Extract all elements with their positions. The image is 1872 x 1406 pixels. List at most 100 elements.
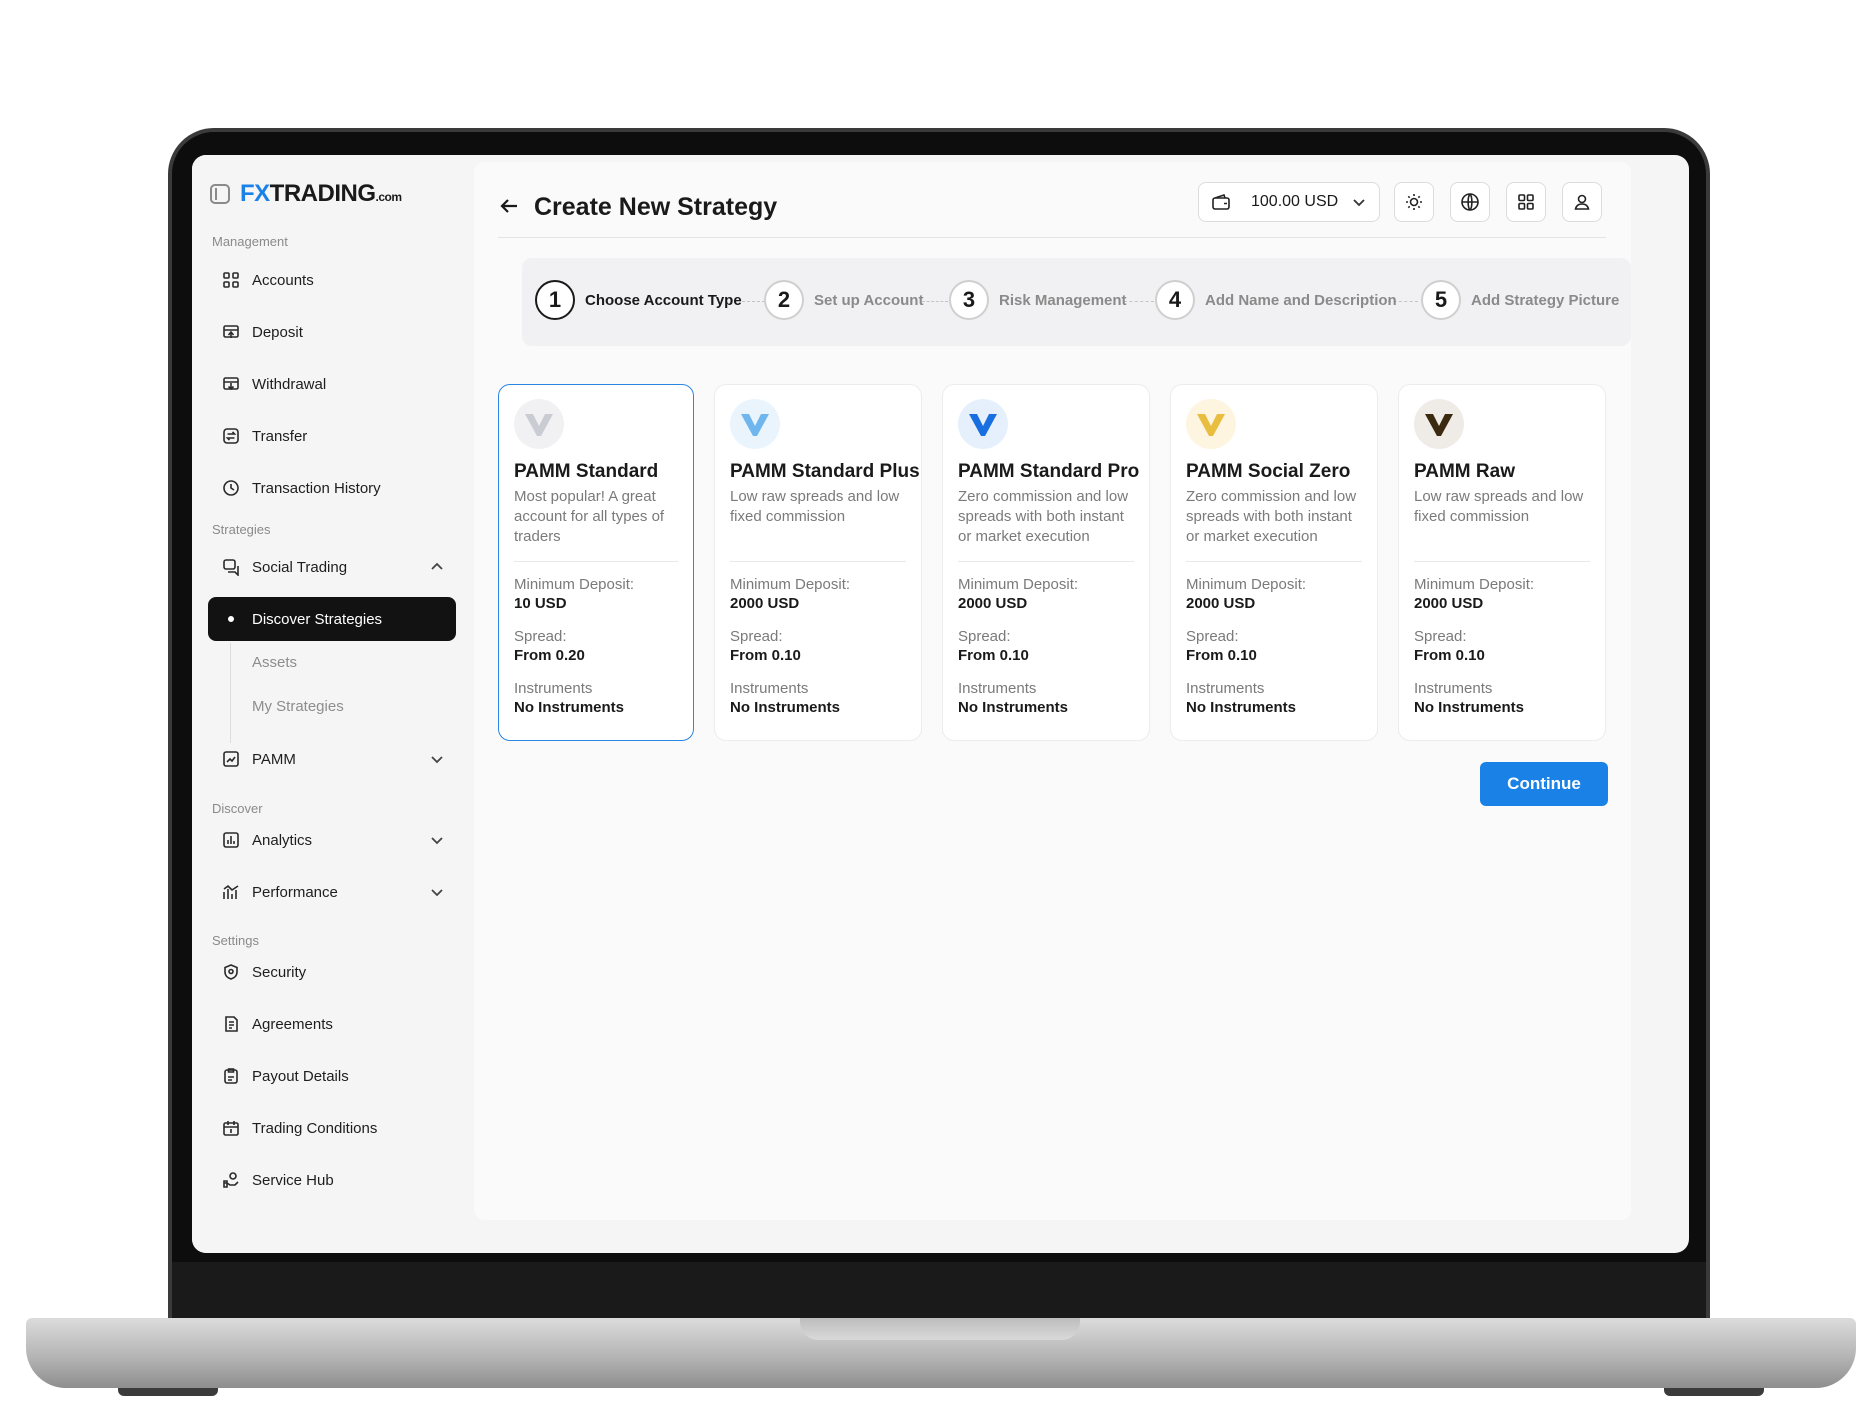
sidebar-item-label: Accounts bbox=[252, 271, 314, 289]
step-5[interactable]: 5 Add Strategy Picture bbox=[1421, 280, 1619, 320]
sidebar-item-analytics[interactable]: Analytics bbox=[208, 819, 458, 861]
step-label: Choose Account Type bbox=[585, 291, 742, 309]
chevron-down-icon[interactable] bbox=[430, 833, 444, 847]
sidebar: FXTRADING.com Management Accounts Deposi… bbox=[192, 155, 466, 1253]
step-number: 1 bbox=[535, 280, 575, 320]
sidebar-item-label: Trading Conditions bbox=[252, 1119, 378, 1137]
instruments-value: No Instruments bbox=[730, 699, 841, 716]
step-2[interactable]: 2 Set up Account bbox=[764, 280, 923, 320]
sidebar-item-label: Security bbox=[252, 963, 307, 981]
spread-value: From 0.10 bbox=[730, 647, 801, 664]
spread-label: Spread: bbox=[958, 628, 1011, 645]
account-card-pamm-raw[interactable]: PAMM Raw Low raw spreads and low fixed c… bbox=[1398, 384, 1606, 741]
withdrawal-icon bbox=[222, 375, 240, 393]
sidebar-item-security[interactable]: Security bbox=[208, 951, 458, 993]
account-card-pamm-standard-plus[interactable]: PAMM Standard Plus Low raw spreads and l… bbox=[714, 384, 922, 741]
chevron-down-icon bbox=[1352, 195, 1366, 209]
min-deposit-label: Minimum Deposit: bbox=[1414, 576, 1535, 593]
sun-icon bbox=[1406, 194, 1422, 210]
profile-button[interactable] bbox=[1562, 182, 1602, 222]
spread-label: Spread: bbox=[514, 628, 567, 645]
account-card-pamm-social-zero[interactable]: PAMM Social Zero Zero commission and low… bbox=[1170, 384, 1378, 741]
min-deposit-label: Minimum Deposit: bbox=[514, 576, 635, 593]
min-deposit-value: 10 USD bbox=[514, 595, 567, 612]
sidebar-item-trading-conditions[interactable]: Trading Conditions bbox=[208, 1107, 458, 1149]
sidebar-item-discover-strategies[interactable]: Discover Strategies bbox=[208, 597, 456, 641]
instruments-value: No Instruments bbox=[1414, 699, 1525, 716]
instruments-label: Instruments bbox=[1186, 680, 1265, 697]
card-divider bbox=[730, 561, 906, 562]
sidebar-item-accounts[interactable]: Accounts bbox=[208, 259, 458, 301]
step-label: Risk Management bbox=[999, 291, 1127, 309]
laptop-notch bbox=[800, 1318, 1080, 1340]
spread-value: From 0.10 bbox=[958, 647, 1029, 664]
sidebar-item-label: Payout Details bbox=[252, 1067, 349, 1085]
step-label: Add Name and Description bbox=[1205, 291, 1397, 309]
step-3[interactable]: 3 Risk Management bbox=[949, 280, 1127, 320]
sidebar-item-deposit[interactable]: Deposit bbox=[208, 311, 458, 353]
language-button[interactable] bbox=[1450, 182, 1490, 222]
sidebar-item-agreements[interactable]: Agreements bbox=[208, 1003, 458, 1045]
document-icon bbox=[222, 1015, 240, 1033]
sidebar-item-withdrawal[interactable]: Withdrawal bbox=[208, 363, 458, 405]
logo[interactable]: FXTRADING.com bbox=[210, 179, 402, 209]
account-card-pamm-standard-pro[interactable]: PAMM Standard Pro Zero commission and lo… bbox=[942, 384, 1150, 741]
account-logo-icon bbox=[514, 399, 564, 449]
step-label: Add Strategy Picture bbox=[1471, 291, 1620, 309]
card-divider bbox=[514, 561, 678, 562]
balance-dropdown[interactable]: 100.00 USD bbox=[1198, 182, 1380, 222]
theme-toggle-button[interactable] bbox=[1394, 182, 1434, 222]
sidebar-item-assets[interactable]: Assets bbox=[252, 654, 297, 671]
min-deposit-value: 2000 USD bbox=[1186, 595, 1256, 612]
step-number: 4 bbox=[1155, 280, 1195, 320]
min-deposit-value: 2000 USD bbox=[958, 595, 1028, 612]
step-number: 2 bbox=[764, 280, 804, 320]
card-description: Low raw spreads and low fixed commission bbox=[1414, 488, 1584, 525]
chevron-up-icon[interactable] bbox=[430, 560, 444, 574]
sidebar-item-payout-details[interactable]: Payout Details bbox=[208, 1055, 458, 1097]
chevron-down-icon[interactable] bbox=[430, 752, 444, 766]
sidebar-item-pamm[interactable]: PAMM bbox=[208, 738, 458, 780]
sidebar-item-my-strategies[interactable]: My Strategies bbox=[252, 698, 344, 715]
main-panel: Create New Strategy 100.00 USD 1 Choose … bbox=[474, 162, 1631, 1220]
min-deposit-label: Minimum Deposit: bbox=[730, 576, 851, 593]
account-logo-icon bbox=[1414, 399, 1464, 449]
instruments-label: Instruments bbox=[514, 680, 593, 697]
card-title: PAMM Social Zero bbox=[1186, 461, 1351, 482]
globe-icon bbox=[1461, 193, 1479, 211]
step-1[interactable]: 1 Choose Account Type bbox=[535, 280, 742, 320]
step-connector bbox=[1124, 301, 1154, 302]
logo-text: FXTRADING.com bbox=[240, 180, 402, 207]
back-arrow-icon[interactable] bbox=[498, 195, 520, 217]
grid-icon bbox=[222, 271, 240, 289]
min-deposit-value: 2000 USD bbox=[1414, 595, 1484, 612]
page-title: Create New Strategy bbox=[534, 193, 778, 221]
chevron-down-icon[interactable] bbox=[430, 885, 444, 899]
instruments-label: Instruments bbox=[958, 680, 1037, 697]
sidebar-item-label: Discover Strategies bbox=[252, 610, 383, 628]
clipboard-icon bbox=[222, 1067, 240, 1085]
step-4[interactable]: 4 Add Name and Description bbox=[1155, 280, 1397, 320]
sidebar-item-label: Withdrawal bbox=[252, 375, 327, 393]
sidebar-item-social-trading[interactable]: Social Trading bbox=[208, 546, 458, 588]
card-title: PAMM Raw bbox=[1414, 461, 1515, 482]
sidebar-item-transaction-history[interactable]: Transaction History bbox=[208, 467, 458, 509]
chart-icon bbox=[222, 750, 240, 768]
sidebar-item-service-hub[interactable]: Service Hub bbox=[208, 1159, 458, 1201]
sidebar-item-performance[interactable]: Performance bbox=[208, 871, 458, 913]
spread-value: From 0.20 bbox=[514, 647, 585, 664]
history-icon bbox=[222, 479, 240, 497]
wallet-icon bbox=[1211, 192, 1231, 212]
continue-button[interactable]: Continue bbox=[1480, 762, 1608, 806]
section-discover: Discover bbox=[212, 801, 263, 816]
collapse-sidebar-icon[interactable] bbox=[210, 184, 230, 204]
transfer-icon bbox=[222, 427, 240, 445]
apps-button[interactable] bbox=[1506, 182, 1546, 222]
shield-icon bbox=[222, 963, 240, 981]
spread-label: Spread: bbox=[1186, 628, 1239, 645]
account-card-pamm-standard[interactable]: PAMM Standard Most popular! A great acco… bbox=[498, 384, 694, 741]
card-divider bbox=[1414, 561, 1590, 562]
instruments-label: Instruments bbox=[1414, 680, 1493, 697]
card-description: Most popular! A great account for all ty… bbox=[514, 488, 665, 545]
sidebar-item-transfer[interactable]: Transfer bbox=[208, 415, 458, 457]
